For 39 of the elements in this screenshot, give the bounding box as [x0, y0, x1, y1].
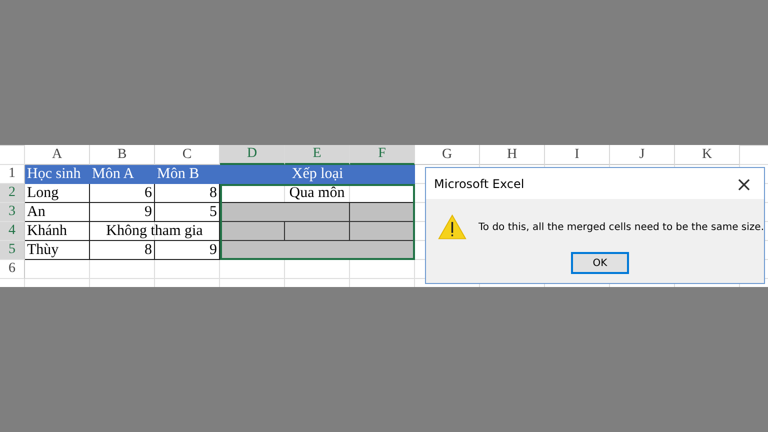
- table-cell: 5: [155, 203, 220, 222]
- table-cell: Học sinh: [25, 165, 90, 184]
- dialog-message: To do this, all the merged cells need to be the same size.: [478, 222, 764, 232]
- column-header[interactable]: F: [350, 145, 415, 165]
- table-cell: Khánh: [25, 222, 90, 241]
- table-cell: 8: [155, 184, 220, 203]
- table-cell: 9: [155, 241, 220, 260]
- column-header[interactable]: C: [155, 145, 220, 165]
- row-header[interactable]: 4: [0, 222, 25, 241]
- close-button[interactable]: ×: [724, 168, 764, 199]
- table-cell: 9: [90, 203, 155, 222]
- table-cell: Môn B: [155, 165, 220, 184]
- table-cell: [220, 222, 285, 241]
- column-header[interactable]: I: [545, 145, 610, 165]
- table-cell: An: [25, 203, 90, 222]
- table-cell: Không tham gia: [90, 222, 220, 241]
- table-cell: 8: [90, 241, 155, 260]
- table-cell: Xếp loại: [220, 165, 415, 184]
- dialog-title: Microsoft Excel: [434, 176, 524, 190]
- row-header[interactable]: 5: [0, 241, 25, 260]
- table-cell: Thùy: [25, 241, 90, 260]
- row-header[interactable]: 2: [0, 184, 25, 203]
- row-header[interactable]: 3: [0, 203, 25, 222]
- table-cell: [285, 222, 350, 241]
- column-header[interactable]: G: [415, 145, 480, 165]
- column-header[interactable]: K: [675, 145, 740, 165]
- column-header[interactable]: J: [610, 145, 675, 165]
- table-cell: Long: [25, 184, 90, 203]
- warning-icon: [438, 212, 466, 242]
- column-header[interactable]: A: [25, 145, 90, 165]
- column-header[interactable]: D: [220, 145, 285, 165]
- column-header[interactable]: B: [90, 145, 155, 165]
- table-cell: [350, 222, 415, 241]
- column-header[interactable]: H: [480, 145, 545, 165]
- column-header[interactable]: E: [285, 145, 350, 165]
- table-cell: [350, 203, 415, 222]
- table-cell: 6: [90, 184, 155, 203]
- table-cell: Môn A: [90, 165, 155, 184]
- ok-button[interactable]: OK: [571, 252, 629, 274]
